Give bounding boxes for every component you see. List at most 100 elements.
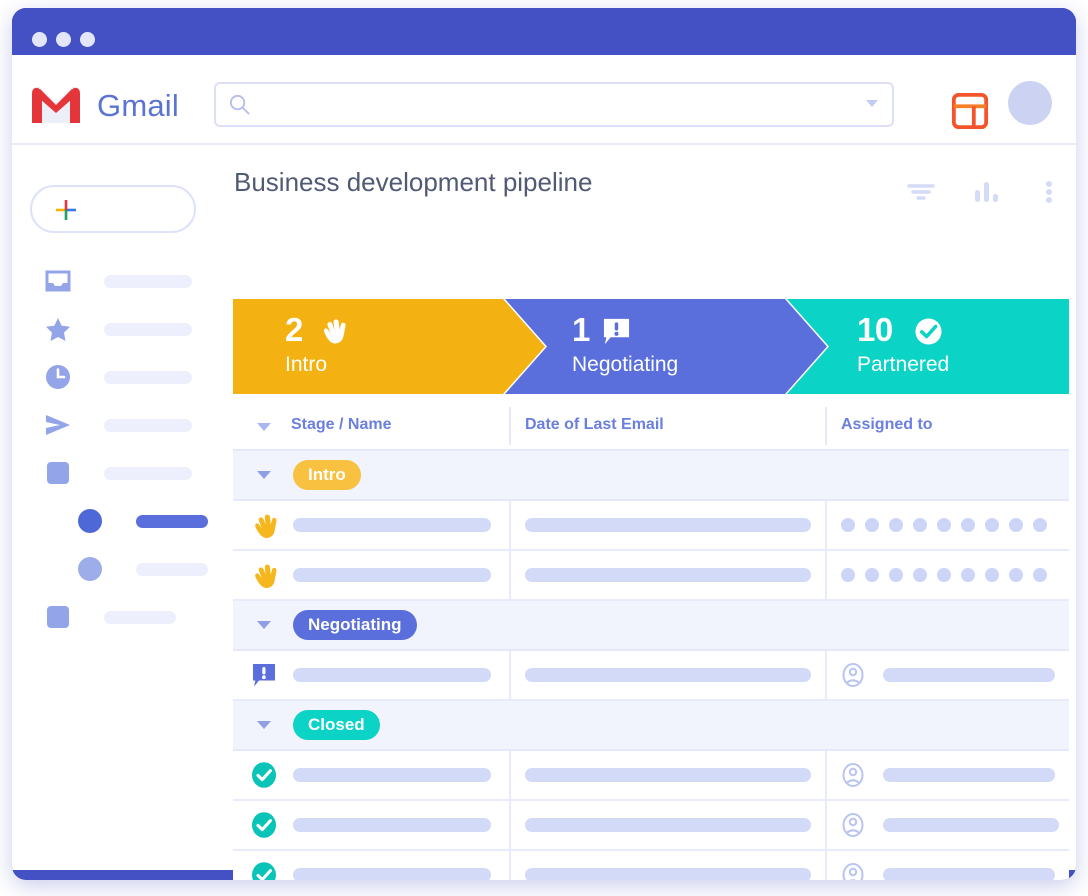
sidebar-item-label [136,515,208,528]
cell-divider [509,801,511,849]
table-row[interactable] [233,751,1069,801]
more-vertical-icon[interactable] [1032,177,1066,207]
pipeline-stage-partnered[interactable]: 10 Partnered [787,299,1069,394]
search-icon [229,94,250,115]
sidebar-item-3[interactable] [12,401,212,449]
pipeline-stage-negotiating[interactable]: 1 Negotiating [505,299,827,394]
sidebar-item-6[interactable] [12,545,212,593]
avatar[interactable] [1008,81,1052,125]
column-header-assigned-to[interactable]: Assigned to [841,416,933,434]
circle-icon [78,557,102,581]
assigned-dot [841,518,855,532]
row-assignee-value [883,668,1055,682]
streak-pipeline-grid-icon[interactable] [951,92,989,130]
table-row[interactable] [233,651,1069,701]
plus-icon [56,200,76,220]
search-bar[interactable] [214,82,894,127]
gmail-envelope-icon[interactable] [30,85,82,125]
table-row[interactable] [233,801,1069,851]
assigned-dot [841,568,855,582]
alert-bubble-icon [253,664,275,687]
cell-divider [509,851,511,880]
row-name-value [293,568,491,582]
sidebar-item-7[interactable] [12,593,212,641]
cell-divider [825,851,827,880]
stage-label: Partnered [857,353,950,376]
sidebar-item-0[interactable] [12,257,212,305]
table-header-row: Stage / Name Date of Last Email Assigned… [233,403,1069,451]
check-circle-icon [252,762,276,788]
table-row[interactable] [233,851,1069,880]
inbox-icon [45,270,71,292]
sidebar-item-1[interactable] [12,305,212,353]
app-body: Gmail Business development pipeline 2 In… [12,55,1076,880]
filter-icon[interactable] [904,177,938,207]
sidebar-item-4[interactable] [12,449,212,497]
person-icon [842,663,864,687]
search-input[interactable] [262,84,856,123]
sidebar-item-label [104,371,192,384]
window-dot-2[interactable] [56,32,71,47]
row-name-value [293,768,491,782]
status-badge: Negotiating [293,610,417,640]
bar-chart-icon[interactable] [969,177,1003,207]
caret-down-icon[interactable] [257,621,271,629]
star-icon [46,318,70,341]
table-group-row[interactable]: Closed [233,701,1069,751]
stage-label: Negotiating [572,353,679,376]
stage-count: 2 [285,311,303,348]
row-date-value [525,818,811,832]
caret-down-icon[interactable] [257,721,271,729]
sidebar-item-label [104,323,192,336]
cell-divider [509,751,511,799]
table-row[interactable] [233,551,1069,601]
gmail-brand-label: Gmail [97,88,179,123]
clock-icon [46,365,70,389]
row-date-value [525,668,811,682]
column-header-date-of-last-email[interactable]: Date of Last Email [525,416,664,434]
sidebar-item-label [136,563,208,576]
cell-divider [825,651,827,699]
sidebar-item-2[interactable] [12,353,212,401]
column-divider [825,407,827,445]
pipeline-stage-intro[interactable]: 2 Intro [233,299,545,394]
stage-count: 1 [572,311,590,348]
sidebar-item-label [104,611,176,624]
assigned-dot [937,568,951,582]
stage-count: 10 [857,311,893,348]
table-group-row[interactable]: Intro [233,451,1069,501]
sidebar-item-label [104,467,192,480]
assigned-dot [913,518,927,532]
column-header-stage-name[interactable]: Stage / Name [291,416,391,434]
cell-divider [825,551,827,599]
table-body: Intro Negotiating Closed [233,451,1069,880]
row-name-value [293,868,491,880]
window-titlebar [12,8,1076,55]
sidebar-item-label [104,275,192,288]
square-icon [47,606,69,628]
compose-button[interactable] [30,185,196,233]
window-dot-1[interactable] [32,32,47,47]
row-name-value [293,818,491,832]
sidebar [12,145,212,870]
cell-divider [509,651,511,699]
waving-hand-icon [255,514,277,538]
caret-down-icon[interactable] [257,423,271,431]
gmail-header: Gmail [12,55,1076,145]
table-group-row[interactable]: Negotiating [233,601,1069,651]
assigned-dot [961,568,975,582]
circle-icon [78,509,102,533]
assigned-dot [985,568,999,582]
window-dot-3[interactable] [80,32,95,47]
row-name-value [293,518,491,532]
row-assignee-value [883,768,1055,782]
caret-down-icon[interactable] [257,471,271,479]
assigned-dot [865,568,879,582]
row-date-value [525,568,811,582]
sidebar-item-5[interactable] [12,497,212,545]
assigned-dot [961,518,975,532]
table-row[interactable] [233,501,1069,551]
row-assigned-dots [841,518,1047,532]
stage-label: Intro [285,353,328,376]
chevron-down-icon[interactable] [866,100,878,107]
